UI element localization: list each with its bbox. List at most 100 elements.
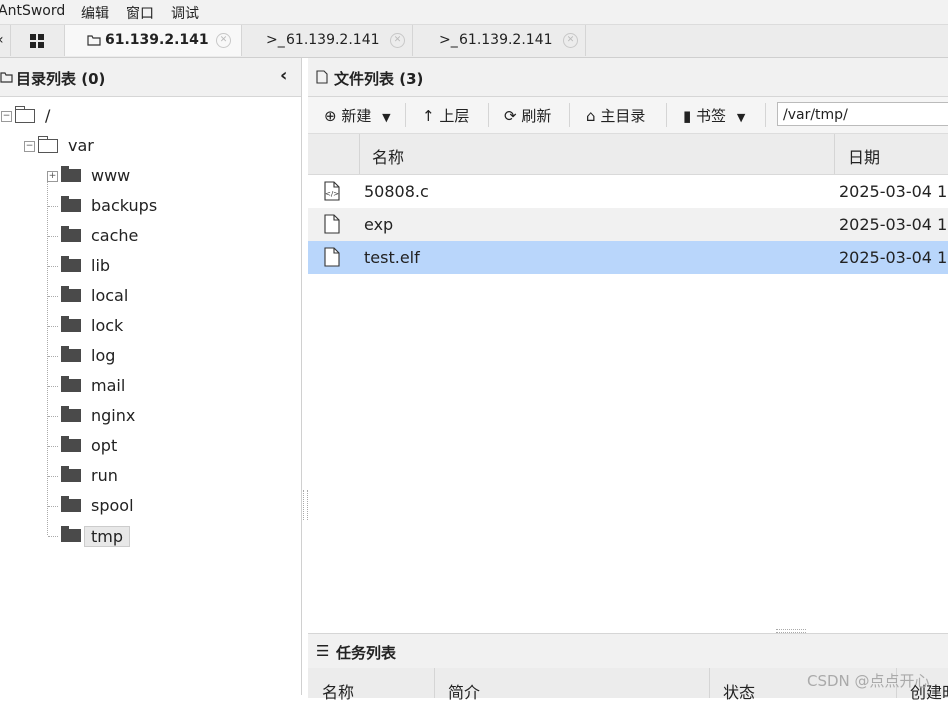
task-panel-title: 任务列表 [336,644,397,662]
chevron-left-icon: ‹ [0,32,4,48]
menu-app[interactable]: AntSword [0,3,65,19]
tree-item[interactable]: tmp [0,525,300,547]
tree-item[interactable]: opt [0,435,300,457]
tab-label: 61.139.2.141 [286,32,380,48]
tree-item[interactable]: log [0,345,300,367]
svg-text:</>: </> [325,190,339,198]
file-icon [324,247,340,267]
caret-down-icon: ▼ [736,111,746,124]
tree-item-label: lock [91,316,124,335]
tree-item-label: cache [91,226,139,245]
bookmark-button[interactable]: ▮ 书签 ▼ [683,105,745,126]
tree-item-label: opt [91,436,118,455]
tab-terminal-1[interactable]: >_ 61.139.2.141 ✕ [242,25,413,56]
collapse-panel-icon[interactable]: ‹ [280,65,287,86]
code-file-icon: </> [324,181,340,201]
tab-label: 61.139.2.141 [459,32,553,48]
terminal-icon: >_ [266,32,285,48]
file-panel-header: 文件列表 (3) [308,58,948,97]
watermark: CSDN @点点开心 [807,672,930,690]
tab-label: 61.139.2.141 [105,32,209,48]
tree-item-label: log [91,346,116,365]
file-row[interactable]: test.elf 2025-03-04 19: [308,241,948,274]
new-button[interactable]: ⊕ 新建 ▼ [324,105,391,126]
tree-item-label: / [45,106,51,125]
file-toolbar: ⊕ 新建 ▼ ↑ 上层 ⟳ 刷新 ⌂ 主目录 ▮ 书签 ▼ /var/tmp/ [308,97,948,134]
task-column-desc[interactable]: 简介 [448,679,480,703]
tab-scroll-left[interactable]: ‹ [0,25,11,56]
menu-edit[interactable]: 编辑 [81,3,109,23]
task-column-status[interactable]: 状态 [723,679,755,703]
tree-item-label: lib [91,256,111,275]
grid-icon [30,34,44,48]
caret-down-icon: ▼ [382,111,391,124]
tree-item[interactable]: spool [0,495,300,517]
tree-item-label: run [91,466,118,485]
file-date: 2025-03-04 18: [839,182,948,201]
tree-item[interactable]: backups [0,195,300,217]
file-name: test.elf [364,248,420,267]
folder-icon [0,72,13,83]
home-icon: ⌂ [586,107,596,125]
terminal-icon: >_ [439,32,458,48]
close-tab-icon[interactable]: ✕ [563,33,578,48]
close-tab-icon[interactable]: ✕ [390,33,405,48]
plus-circle-icon: ⊕ [324,107,337,125]
path-input[interactable]: /var/tmp/ [777,102,948,126]
up-level-button[interactable]: ↑ 上层 [422,105,469,126]
tree-item-label: www [91,166,131,185]
column-name[interactable]: 名称 [372,144,404,168]
tree-item-label: backups [91,196,158,215]
menu-bar: AntSword 编辑 窗口 调试 [0,0,948,25]
file-name: 50808.c [364,182,429,201]
tree-item-label: mail [91,376,126,395]
file-table-body: </> 50808.c 2025-03-04 18: exp 2025-03-04 18… [308,175,948,629]
tree-item-label: spool [91,496,134,515]
column-date[interactable]: 日期 [848,144,880,168]
file-name: exp [364,215,394,234]
bookmark-icon: ▮ [683,107,692,125]
tree-item[interactable]: run [0,465,300,487]
tab-file-manager[interactable]: 61.139.2.141 ✕ [65,25,242,56]
file-date: 2025-03-04 19: [839,248,948,267]
folder-icon [87,35,101,46]
tree-item[interactable]: local [0,285,300,307]
tree-item-label: nginx [91,406,136,425]
tab-home[interactable] [11,25,65,56]
tree-item[interactable]: − var [0,135,300,157]
menu-window[interactable]: 窗口 [126,3,154,23]
home-directory-button[interactable]: ⌂ 主目录 [586,105,645,126]
directory-panel-title: 目录列表 (0) [16,70,106,88]
tab-bar: ‹ 61.139.2.141 ✕ >_ 61.139.2.141 ✕ >_ 61… [0,25,948,58]
refresh-icon: ⟳ [504,107,517,125]
collapse-icon[interactable]: − [24,141,35,152]
tree-item[interactable]: cache [0,225,300,247]
file-icon [324,214,340,234]
tree-item[interactable]: − / [0,105,300,127]
file-row[interactable]: exp 2025-03-04 18: [308,208,948,241]
menu-debug[interactable]: 调试 [171,3,199,23]
tree-item-label: tmp [84,526,131,547]
refresh-button[interactable]: ⟳ 刷新 [504,105,551,126]
tree-item[interactable]: nginx [0,405,300,427]
tree-item-label: local [91,286,129,305]
task-column-name[interactable]: 名称 [322,679,354,703]
list-icon: ☰ [316,642,330,660]
collapse-icon[interactable]: − [1,111,12,122]
tree-item[interactable]: mail [0,375,300,397]
file-date: 2025-03-04 18: [839,215,948,234]
file-row[interactable]: </> 50808.c 2025-03-04 18: [308,175,948,208]
expand-icon[interactable]: + [47,171,58,182]
tree-item-label: var [68,136,94,155]
tree-item[interactable]: + www [0,165,300,187]
tab-terminal-2[interactable]: >_ 61.139.2.141 ✕ [413,25,586,56]
file-icon [316,70,328,84]
directory-panel-header: 目录列表 (0) ‹ [0,58,301,97]
directory-panel: 目录列表 (0) ‹ − / − var + www backups cache lib loca… [0,58,302,695]
close-tab-icon[interactable]: ✕ [216,33,231,48]
file-table-header: 名称 日期 [308,134,948,175]
file-panel-title: 文件列表 (3) [334,70,424,88]
task-panel-header: ☰ 任务列表 [308,633,948,669]
tree-item[interactable]: lock [0,315,300,337]
tree-item[interactable]: lib [0,255,300,277]
